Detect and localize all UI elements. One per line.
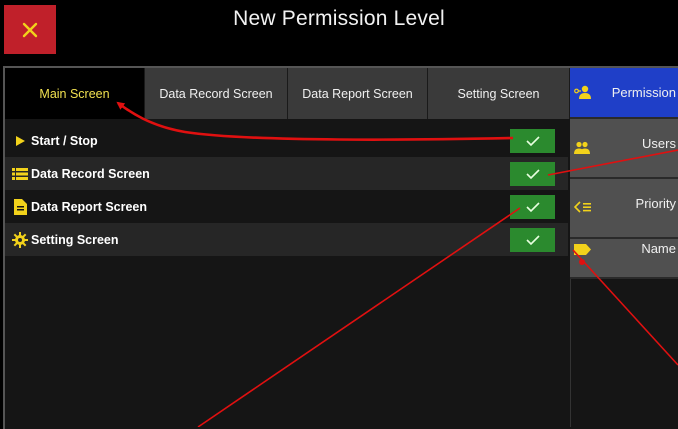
users-icon — [574, 141, 590, 157]
permission-list: Start / Stop Data Record Screen Data Rep… — [5, 124, 568, 256]
sidebar-item-permission[interactable]: Permission — [570, 68, 678, 119]
permission-row-start-stop: Start / Stop — [5, 124, 568, 157]
gear-icon — [11, 231, 29, 249]
document-icon — [11, 198, 29, 216]
permission-label: Data Record Screen — [31, 166, 150, 181]
tab-bar: Main Screen Data Record Screen Data Repo… — [5, 68, 570, 119]
permission-row-data-report-screen: Data Report Screen — [5, 190, 568, 223]
permission-toggle-data-report-screen[interactable] — [510, 195, 555, 219]
tag-icon — [574, 244, 592, 271]
sidebar-empty-area — [570, 279, 678, 427]
title-bar: New Permission Level — [0, 0, 678, 64]
check-icon — [525, 169, 540, 180]
check-icon — [525, 235, 540, 246]
check-icon — [525, 202, 540, 213]
permission-label: Start / Stop — [31, 133, 98, 148]
permission-row-data-record-screen: Data Record Screen — [5, 157, 568, 190]
permission-toggle-start-stop[interactable] — [510, 129, 555, 153]
check-icon — [525, 136, 540, 147]
permission-label: Data Report Screen — [31, 199, 148, 214]
tab-setting-screen[interactable]: Setting Screen — [428, 68, 570, 119]
list-icon — [11, 165, 29, 183]
sidebar-item-priority[interactable]: Priority — [570, 179, 678, 239]
play-icon — [11, 132, 29, 150]
sidebar-item-label: Permission — [611, 85, 676, 100]
tab-data-record-screen[interactable]: Data Record Screen — [145, 68, 288, 119]
permission-toggle-setting-screen[interactable] — [510, 228, 555, 252]
sidebar-item-label: Priority — [635, 196, 676, 211]
sidebar-item-name[interactable]: Name — [570, 239, 678, 279]
user-key-icon — [574, 85, 592, 102]
sidebar-item-label: Users — [642, 136, 676, 151]
permission-toggle-data-record-screen[interactable] — [510, 162, 555, 186]
tab-main-screen[interactable]: Main Screen — [5, 68, 145, 119]
permission-label: Setting Screen — [31, 232, 119, 247]
tab-data-report-screen[interactable]: Data Report Screen — [288, 68, 428, 119]
permission-row-setting-screen: Setting Screen — [5, 223, 568, 256]
sidebar-item-users[interactable]: Users — [570, 119, 678, 179]
sidebar-item-label: Name — [641, 241, 676, 256]
priority-icon — [573, 201, 592, 216]
page-title: New Permission Level — [233, 7, 445, 30]
